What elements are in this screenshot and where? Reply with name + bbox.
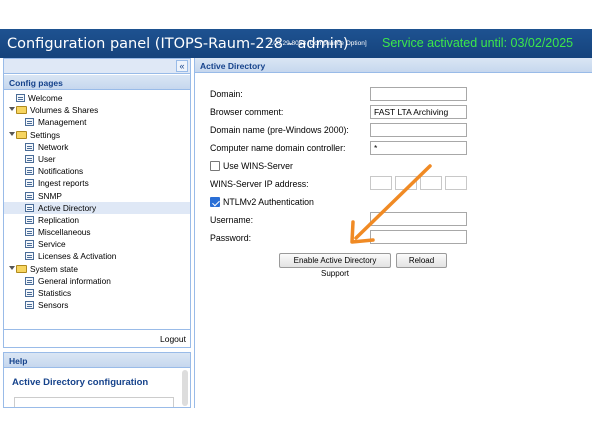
help-content-title: Active Directory configuration	[12, 377, 149, 388]
sidebar-item-label: Licenses & Activation	[38, 251, 117, 262]
wins-ip-octet-3[interactable]	[420, 176, 442, 190]
sidebar-item-management[interactable]: Management	[4, 116, 190, 128]
password-label: Password:	[210, 233, 252, 243]
sidebar-item-label: System state	[30, 263, 78, 274]
sidebar-item-user[interactable]: User	[4, 153, 190, 165]
sidebar-item-network[interactable]: Network	[4, 141, 190, 153]
reload-button[interactable]: Reload	[396, 253, 447, 268]
folder-icon	[16, 106, 27, 115]
sidebar-item-label: Welcome	[28, 93, 63, 103]
folder-icon	[16, 130, 27, 139]
computer-name-dc-input[interactable]	[370, 141, 467, 155]
ntlmv2-label: NTLMv2 Authentication	[223, 197, 314, 207]
sidebar-item-label: Active Directory	[38, 202, 97, 213]
help-content-box	[14, 397, 174, 407]
sidebar-item-label: Management	[38, 117, 87, 128]
service-status: Service activated until: 03/02/2025	[382, 36, 574, 50]
wins-ip-octet-2[interactable]	[395, 176, 417, 190]
sidebar-item-label: Sensors	[38, 300, 69, 311]
page-icon	[25, 179, 34, 188]
use-wins-checkbox[interactable]	[210, 161, 220, 171]
username-input[interactable]	[370, 212, 467, 226]
collapse-strip: «	[4, 59, 190, 74]
logout-bar: Logout	[4, 329, 190, 347]
page-icon	[25, 252, 34, 261]
double-chevron-left-icon[interactable]: «	[176, 60, 188, 72]
browser-comment-label: Browser comment:	[210, 107, 284, 117]
computer-name-dc-label: Computer name domain controller:	[210, 143, 346, 153]
sidebar-item-label: Volumes & Shares	[30, 105, 99, 116]
sidebar-item-snmp[interactable]: SNMP	[4, 190, 190, 202]
enable-active-directory-button[interactable]: Enable Active Directory Support	[279, 253, 391, 278]
sidebar-item-welcome[interactable]: Welcome	[4, 92, 190, 104]
use-wins-label: Use WINS-Server	[223, 161, 293, 171]
username-label: Username:	[210, 215, 254, 225]
sidebar-item-label: SNMP	[38, 190, 62, 201]
wins-ip-octet-4[interactable]	[445, 176, 467, 190]
sidebar-item-ingest-reports[interactable]: Ingest reports	[4, 177, 190, 189]
sidebar-item-label: Service	[38, 239, 66, 250]
ntlmv2-checkbox[interactable]	[210, 197, 220, 207]
sidebar-item-general-information[interactable]: General information	[4, 275, 190, 287]
active-directory-panel: Active Directory Domain: Browser comment…	[194, 58, 592, 408]
domain-name-pre2000-input[interactable]	[370, 123, 467, 137]
expand-toggle-icon[interactable]	[9, 265, 15, 270]
config-pages-panel: « Config pages Welcome Volumes & Shares Ma…	[3, 58, 191, 348]
page-icon	[25, 203, 34, 212]
domain-name-pre2000-label: Domain name (pre-Windows 2000):	[210, 125, 349, 135]
sidebar-item-label: Network	[38, 141, 69, 152]
page-icon	[25, 118, 34, 127]
help-panel: Help Active Directory configuration	[3, 352, 191, 408]
expand-toggle-icon[interactable]	[9, 131, 15, 136]
page-icon	[25, 301, 34, 310]
logout-button[interactable]: Logout	[160, 334, 186, 344]
page-icon	[25, 191, 34, 200]
help-scrollbar[interactable]	[182, 370, 188, 406]
sidebar-item-volumes-shares[interactable]: Volumes & Shares	[4, 104, 190, 116]
page-icon	[25, 289, 34, 297]
sidebar-item-label: Statistics	[38, 288, 72, 298]
page-icon	[25, 276, 34, 285]
app-version: 2.00.29.8053 [Compliance Option]	[268, 40, 367, 47]
page-icon	[16, 94, 25, 102]
sidebar-item-label: Notifications	[38, 166, 84, 177]
sidebar-item-settings[interactable]: Settings	[4, 129, 190, 141]
sidebar-item-service[interactable]: Service	[4, 238, 190, 250]
sidebar-item-miscellaneous[interactable]: Miscellaneous	[4, 226, 190, 238]
page-icon	[25, 215, 34, 224]
sidebar-item-active-directory[interactable]: Active Directory	[4, 201, 190, 214]
sidebar-item-licenses-activation[interactable]: Licenses & Activation	[4, 250, 190, 262]
sidebar-item-label: Ingest reports	[38, 178, 89, 189]
sidebar-item-notifications[interactable]: Notifications	[4, 165, 190, 177]
sidebar-item-label: Settings	[30, 129, 60, 140]
sidebar-item-replication[interactable]: Replication	[4, 214, 190, 226]
sidebar-item-label: User	[38, 153, 56, 164]
sidebar-item-statistics[interactable]: Statistics	[4, 287, 190, 299]
wins-ip-octet-1[interactable]	[370, 176, 392, 190]
help-header: Help	[4, 353, 190, 368]
expand-toggle-icon[interactable]	[9, 107, 15, 112]
page-icon	[25, 167, 34, 176]
sidebar-item-system-state[interactable]: System state	[4, 263, 190, 275]
sidebar-item-label: General information	[38, 275, 111, 286]
sidebar-item-label: Miscellaneous	[38, 227, 91, 238]
page-icon	[25, 142, 34, 151]
sidebar-item-sensors[interactable]: Sensors	[4, 299, 190, 311]
domain-input[interactable]	[370, 87, 467, 101]
config-tree: Welcome Volumes & Shares Management Setting…	[4, 92, 190, 311]
main-panel-header: Active Directory	[195, 58, 592, 73]
title-bar: Configuration panel (ITOPS-Raum-228 - ad…	[0, 29, 592, 58]
folder-icon	[16, 264, 27, 273]
config-pages-header: Config pages	[4, 75, 190, 90]
password-input[interactable]	[370, 230, 467, 244]
app-frame: Configuration panel (ITOPS-Raum-228 - ad…	[0, 0, 592, 444]
sidebar-item-label: Replication	[38, 214, 80, 225]
page-icon	[25, 154, 34, 163]
page-icon	[25, 240, 34, 249]
wins-ip-label: WINS-Server IP address:	[210, 179, 309, 189]
page-icon	[25, 228, 34, 237]
browser-comment-input[interactable]	[370, 105, 467, 119]
domain-label: Domain:	[210, 89, 243, 99]
